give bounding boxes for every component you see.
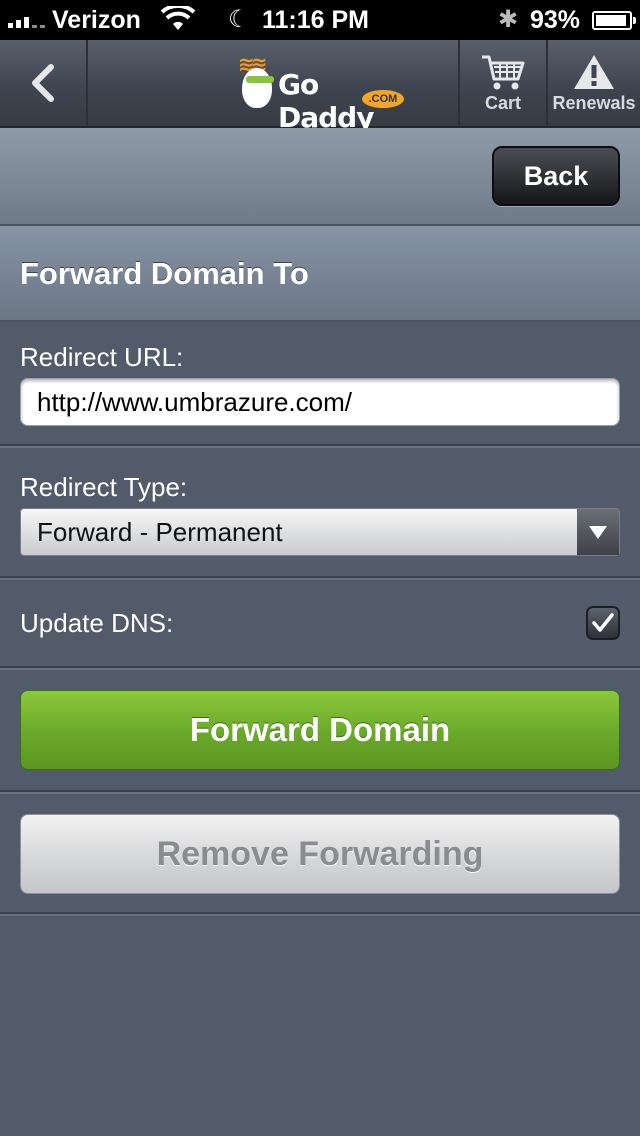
chevron-left-icon xyxy=(32,64,54,102)
clock: 11:16 PM xyxy=(262,6,370,34)
renewals-button[interactable]: Renewals xyxy=(546,40,640,126)
bluetooth-icon: ✱ xyxy=(498,6,519,33)
redirect-type-label: Redirect Type: xyxy=(20,472,188,502)
dropdown-arrow-icon xyxy=(577,509,619,555)
update-dns-checkbox[interactable] xyxy=(586,606,620,640)
do-not-disturb-icon: ☾ xyxy=(228,6,250,33)
battery-percent: 93% xyxy=(530,6,581,34)
cart-button[interactable]: Cart xyxy=(458,40,546,126)
redirect-type-value: Forward - Permanent xyxy=(37,517,283,547)
logo-face-icon xyxy=(242,68,272,108)
remove-row: Remove Forwarding xyxy=(0,794,640,916)
update-dns-label: Update DNS: xyxy=(20,608,174,638)
cart-label: Cart xyxy=(484,92,521,113)
redirect-type-select[interactable]: Forward - Permanent xyxy=(20,508,620,556)
checkmark-icon xyxy=(592,613,614,632)
toolbar: Back xyxy=(0,128,640,226)
redirect-type-row: Redirect Type: Forward - Permanent xyxy=(0,450,640,580)
signal-strength-icon xyxy=(8,12,45,28)
godaddy-logo: ≋≋ Go Daddy .COM xyxy=(236,50,408,134)
logo-glasses-icon xyxy=(246,76,274,83)
status-bar: Verizon ☾ 11:16 PM ✱ 93% xyxy=(0,0,640,40)
back-button[interactable]: Back xyxy=(492,146,620,206)
cart-icon xyxy=(482,55,525,89)
battery-fill xyxy=(596,15,626,26)
title-bar: Forward Domain To xyxy=(0,226,640,322)
redirect-url-row: Redirect URL: http://www.umbrazure.com/ xyxy=(0,322,640,448)
battery-icon xyxy=(592,11,636,30)
nav-back-button[interactable] xyxy=(0,40,88,126)
remove-forwarding-button[interactable]: Remove Forwarding xyxy=(20,814,620,894)
forward-domain-button[interactable]: Forward Domain xyxy=(20,690,620,770)
logo-com-badge: .COM xyxy=(362,90,404,108)
forward-row: Forward Domain xyxy=(0,670,640,794)
page-title: Forward Domain To xyxy=(20,256,309,291)
app-header: ≋≋ Go Daddy .COM Cart Renewals xyxy=(0,40,640,134)
carrier-name: Verizon xyxy=(52,6,141,34)
redirect-url-input[interactable]: http://www.umbrazure.com/ xyxy=(20,378,620,426)
warning-icon xyxy=(574,54,614,89)
redirect-url-label: Redirect URL: xyxy=(20,342,184,372)
update-dns-row: Update DNS: xyxy=(0,580,640,670)
renewals-label: Renewals xyxy=(552,92,636,113)
wifi-icon xyxy=(160,3,196,39)
